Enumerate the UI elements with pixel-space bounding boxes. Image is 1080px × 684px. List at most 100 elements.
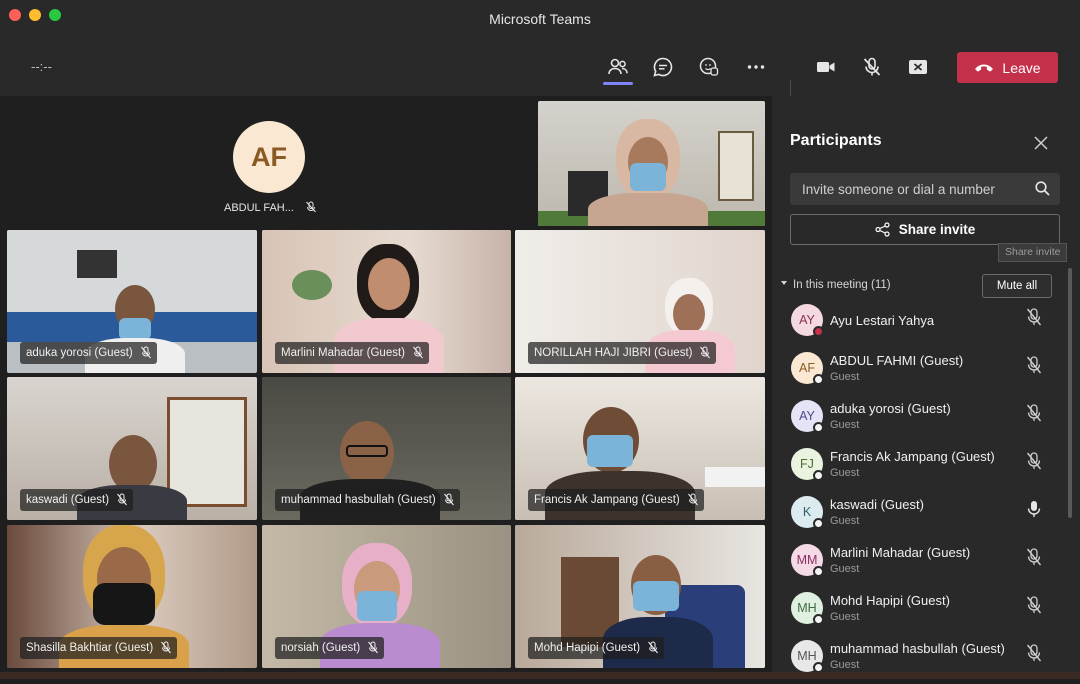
raise-hand-icon [699,57,719,76]
featured-avatar: AF [233,121,305,193]
presence-status [813,422,824,433]
participant-name: Ayu Lestari Yahya [830,313,935,328]
share-screen-icon [909,60,927,74]
close-panel-button[interactable] [1034,136,1048,155]
share-invite-tooltip: Share invite [998,243,1068,262]
desktop-strip [0,672,1080,679]
mic-on-icon[interactable] [1026,500,1042,523]
participant-row[interactable]: FJ Francis Ak Jampang (Guest) Guest [772,444,1068,492]
participant-name: aduka yorosi (Guest) [830,401,951,416]
participant-label: norsiah (Guest) [275,637,385,659]
presence-status [813,566,824,577]
mic-off-icon [161,641,172,654]
featured-name: ABDUL FAH... [224,201,317,214]
mic-off-icon[interactable] [1026,308,1042,331]
participant-name: Marlini Mahadar (Guest) [830,545,971,560]
participants-panel: Participants Share invite Shar [772,96,1080,679]
mute-all-button[interactable]: Mute all [982,274,1052,298]
participant-role: Guest [830,515,860,527]
presence-status [813,326,824,337]
participant-label: muhammad hasbullah (Guest) [275,489,460,511]
participant-name: muhammad hasbullah (Guest) [830,641,1005,656]
mic-off-icon[interactable] [1026,404,1042,427]
in-meeting-toggle[interactable]: In this meeting (11) [780,279,891,291]
meeting-toolbar: --:-- Leave [0,38,1080,110]
video-tile[interactable]: NORILLAH HAJI JIBRI (Guest) [515,230,765,373]
microphone-button[interactable] [856,51,888,83]
meeting-timer: --:-- [31,59,52,74]
video-tile[interactable]: aduka yorosi (Guest) [7,230,257,373]
mic-off-icon [140,346,151,359]
panel-title: Participants [790,132,882,149]
more-actions-button[interactable] [740,51,772,83]
mic-off-icon[interactable] [1026,596,1042,619]
video-tile[interactable]: Francis Ak Jampang (Guest) [515,377,765,520]
participant-label: Shasilla Bakhtiar (Guest) [20,637,178,659]
more-icon [747,65,765,69]
participant-name: kaswadi (Guest) [830,497,924,512]
participant-row[interactable]: Kkaswadi (Guest) Guest [772,492,1068,540]
camera-button[interactable] [810,51,842,83]
mic-off-icon [413,346,423,359]
video-tile[interactable]: Mohd Hapipi (Guest) [515,525,765,668]
featured-participant[interactable]: AF ABDUL FAH... [8,102,528,228]
participants-button[interactable] [602,51,634,83]
mic-off-icon[interactable] [1026,548,1042,571]
chat-button[interactable] [647,51,679,83]
participant-role: Guest [830,659,860,671]
participant-role: Guest [830,419,860,431]
camera-icon [817,62,835,72]
presence-status [813,518,824,529]
participant-label: Marlini Mahadar (Guest) [275,342,429,364]
active-tab-indicator [603,82,633,85]
leave-button[interactable]: Leave [957,52,1058,83]
share-icon [875,222,890,237]
leave-label: Leave [1002,59,1041,76]
window-title: Microsoft Teams [489,11,591,27]
teams-window: Microsoft Teams --:-- Leave AF ABDUL FAH… [0,0,1080,679]
mic-off-icon [700,346,711,359]
video-tile[interactable]: Shasilla Bakhtiar (Guest) [7,525,257,668]
video-stage: AF ABDUL FAH... aduka yorosi (Guest) Mar… [0,96,772,679]
video-tile[interactable]: muhammad hasbullah (Guest) [262,377,511,520]
participant-label: aduka yorosi (Guest) [20,342,157,364]
close-icon [1034,136,1048,150]
participant-role: Guest [830,611,860,623]
mic-off-icon[interactable] [1026,452,1042,475]
presence-status [813,374,824,385]
mic-off-icon [117,493,128,506]
participant-label: Francis Ak Jampang (Guest) [528,489,704,511]
video-tile[interactable]: kaswadi (Guest) [7,377,257,520]
participant-label: kaswadi (Guest) [20,489,134,511]
mic-off-icon [863,57,881,76]
participant-row[interactable]: MM Marlini Mahadar (Guest) Guest [772,540,1068,588]
participant-row[interactable]: AY Ayu Lestari Yahya [772,300,1068,348]
mic-off-icon[interactable] [1026,356,1042,379]
share-invite-button[interactable]: Share invite [790,214,1060,245]
title-bar: Microsoft Teams [0,0,1080,38]
people-icon [608,58,628,75]
invite-input[interactable] [790,173,1060,205]
participant-row[interactable]: AY aduka yorosi (Guest) Guest [772,396,1068,444]
scrollbar[interactable] [1068,268,1072,518]
participant-role: Guest [830,563,860,575]
mic-off-icon[interactable] [1026,644,1042,667]
participant-row[interactable]: AF ABDUL FAHMI (Guest) Guest [772,348,1068,396]
video-tile[interactable]: norsiah (Guest) [262,525,511,668]
participant-role: Guest [830,467,860,479]
presence-status [813,470,824,481]
video-tile[interactable]: Marlini Mahadar (Guest) [262,230,511,373]
participant-row[interactable]: MH Mohd Hapipi (Guest) Guest [772,588,1068,636]
participant-name: Francis Ak Jampang (Guest) [830,449,995,464]
share-screen-button[interactable] [902,51,934,83]
search-icon[interactable] [1035,181,1050,201]
participant-name: ABDUL FAHMI (Guest) [830,353,964,368]
participant-label: NORILLAH HAJI JIBRI (Guest) [528,342,717,364]
participant-role: Guest [830,371,860,383]
participant-name: Mohd Hapipi (Guest) [830,593,950,608]
chevron-down-icon [781,281,787,285]
mic-off-icon [368,641,379,654]
raise-hand-button[interactable] [693,51,725,83]
share-invite-label: Share invite [898,222,976,237]
video-tile-self[interactable] [538,101,765,226]
